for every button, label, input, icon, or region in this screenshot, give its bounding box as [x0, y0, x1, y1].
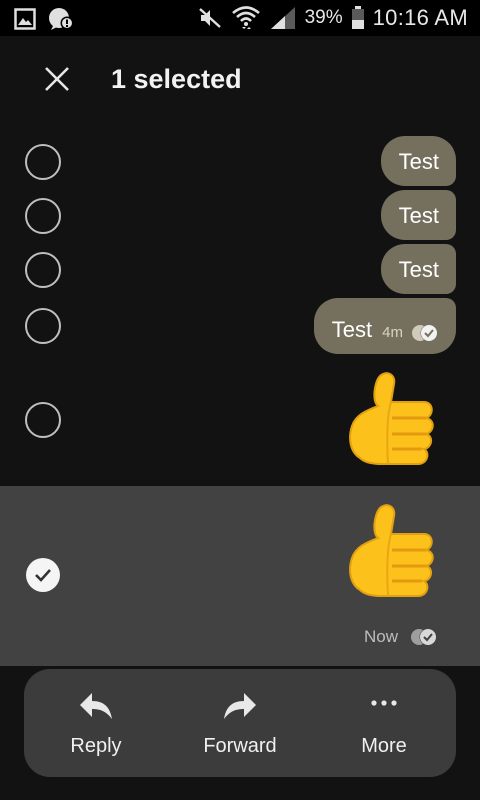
message-row[interactable]: Test — [0, 244, 480, 296]
message-text: Test — [398, 257, 439, 282]
reply-icon — [80, 693, 112, 719]
page-title: 1 selected — [111, 64, 242, 94]
forward-label: Forward — [203, 735, 277, 757]
message-text: Test — [331, 317, 373, 342]
battery-icon — [351, 6, 365, 30]
message-text: Test — [398, 203, 439, 228]
message-bubble[interactable]: Test — [380, 244, 456, 294]
selection-header: 1 selected — [0, 36, 480, 124]
select-checkbox-checked[interactable] — [26, 558, 60, 592]
message-bubble[interactable]: Test — [380, 190, 456, 240]
status-bar: 39% 10:16 AM — [0, 0, 480, 36]
chat-alert-notification-icon — [48, 7, 74, 31]
message-row[interactable]: Test — [0, 136, 480, 188]
forward-icon — [224, 693, 256, 719]
more-button[interactable]: More — [312, 669, 456, 777]
message-meta: Now — [364, 627, 438, 647]
close-selection-button[interactable] — [34, 56, 80, 102]
signal-icon — [269, 5, 297, 31]
select-checkbox[interactable] — [25, 198, 61, 234]
status-time: 10:16 AM — [372, 5, 468, 30]
more-label: More — [361, 735, 407, 757]
message-row[interactable] — [0, 364, 480, 476]
thumbs-up-emoji-icon[interactable] — [342, 500, 438, 600]
gallery-notification-icon — [14, 8, 36, 30]
message-row[interactable]: Test — [0, 190, 480, 242]
read-receipt-icon — [411, 628, 437, 646]
select-checkbox[interactable] — [25, 402, 61, 438]
checkmark-icon — [35, 569, 51, 582]
battery-percentage: 39% — [304, 7, 343, 28]
message-time: Now — [363, 627, 398, 646]
wifi-icon — [231, 5, 261, 31]
mute-icon — [197, 6, 223, 30]
message-row[interactable] — [0, 500, 480, 610]
message-time: 4m — [382, 324, 403, 341]
select-checkbox[interactable] — [25, 144, 61, 180]
reply-button[interactable]: Reply — [24, 669, 168, 777]
selection-action-bar: Reply Forward More — [24, 669, 456, 777]
message-text: Test — [398, 149, 439, 174]
message-bubble[interactable]: Test 4m — [313, 298, 456, 354]
more-icon — [371, 700, 397, 706]
message-row[interactable]: Test 4m — [0, 298, 480, 354]
reply-label: Reply — [70, 735, 122, 757]
message-bubble[interactable]: Test — [380, 136, 456, 186]
thumbs-up-emoji-icon[interactable] — [342, 368, 438, 468]
close-icon — [45, 67, 69, 91]
select-checkbox[interactable] — [25, 252, 61, 288]
read-receipt-icon — [412, 324, 438, 342]
select-checkbox[interactable] — [25, 308, 61, 344]
forward-button[interactable]: Forward — [168, 669, 312, 777]
